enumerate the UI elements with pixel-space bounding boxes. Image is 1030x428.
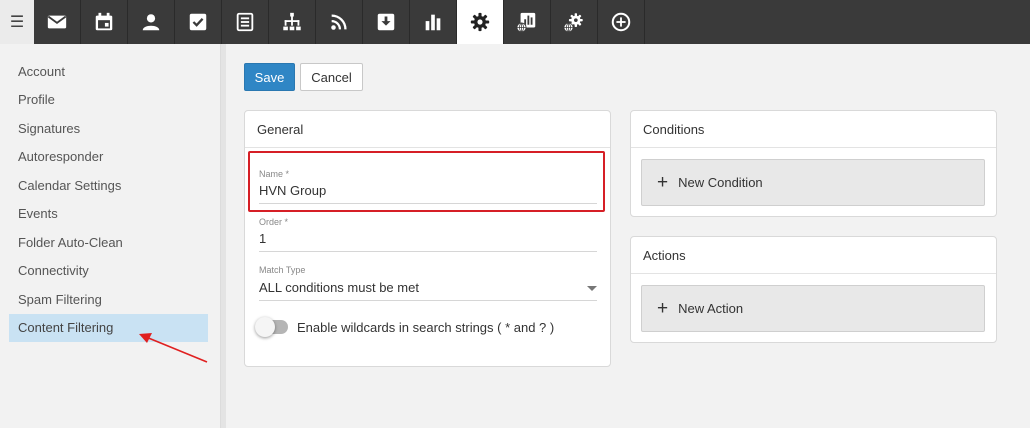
annotation-arrow [139,333,208,363]
